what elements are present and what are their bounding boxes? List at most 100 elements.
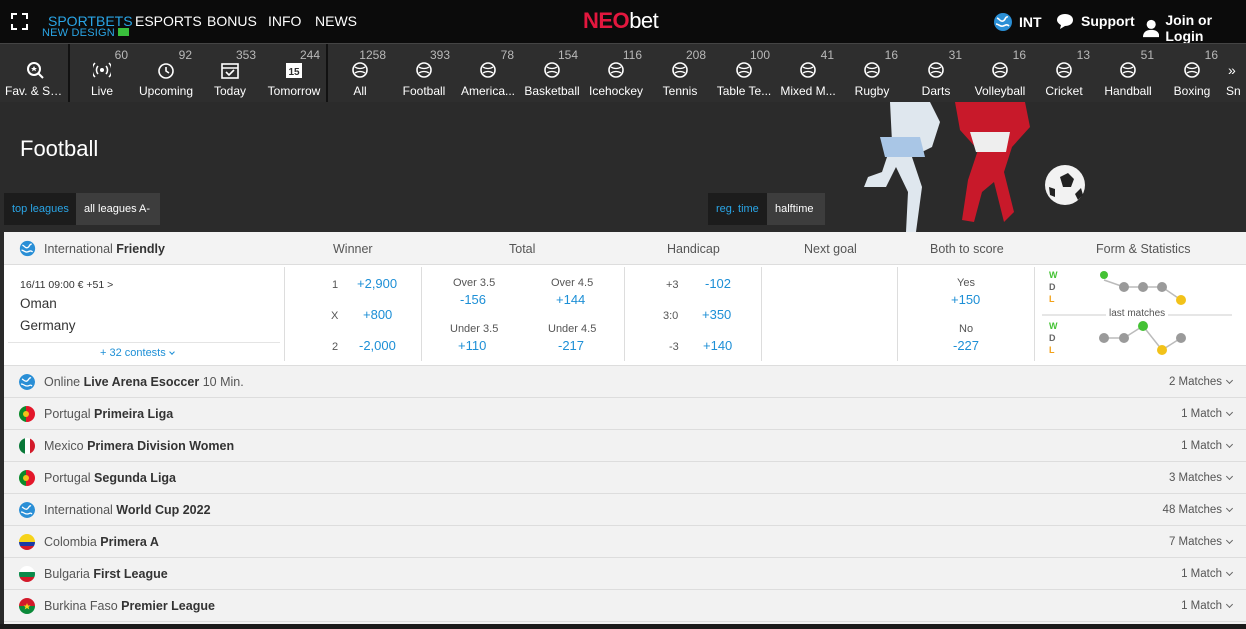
scroll-right-arrow-icon[interactable]: » bbox=[1228, 62, 1246, 78]
odd-winner-2[interactable]: -2,000 bbox=[359, 338, 396, 353]
rugby-icon bbox=[864, 62, 880, 78]
login-link[interactable]: Join or Login bbox=[1143, 12, 1246, 44]
sport-tab-rugby[interactable]: 16 Rugby bbox=[840, 44, 904, 103]
sport-tab-handball[interactable]: 51 Handball bbox=[1096, 44, 1160, 103]
sport-tab-boxing-glove[interactable]: 16 Boxing bbox=[1160, 44, 1224, 103]
league-name: World Cup 2022 bbox=[116, 503, 211, 517]
american-football-icon bbox=[480, 62, 496, 78]
match-count: 1 Match bbox=[1181, 600, 1222, 612]
sport-tab-search-star[interactable]: Fav. & Se... bbox=[3, 44, 67, 103]
globe-flag-icon bbox=[19, 374, 35, 390]
league-row[interactable]: Burkina Faso Premier League 1 Match bbox=[4, 590, 1246, 622]
sport-label: Football bbox=[402, 84, 446, 98]
sport-tab-basketball[interactable]: 154 Basketball bbox=[520, 44, 584, 103]
table-tennis-icon bbox=[736, 62, 752, 78]
match-count-toggle[interactable]: 3 Matches bbox=[1169, 472, 1234, 484]
winner-x-label: X bbox=[331, 310, 339, 322]
all-leagues-tab[interactable]: all leagues A-Z bbox=[76, 193, 160, 225]
match-count-toggle[interactable]: 1 Match bbox=[1181, 440, 1234, 452]
chevron-down-icon bbox=[1225, 600, 1234, 609]
sport-tab-calendar-check[interactable]: 353 Today bbox=[198, 44, 262, 103]
nav-esports[interactable]: ESPORTS bbox=[135, 13, 202, 29]
neobet-logo[interactable]: NEObet bbox=[583, 8, 659, 34]
nav-news[interactable]: NEWS bbox=[315, 13, 357, 29]
sport-tab-calendar-15[interactable]: 244 15 Tomorrow bbox=[262, 44, 326, 103]
sport-tab-mma-glove[interactable]: 41 Mixed M... bbox=[776, 44, 840, 103]
sport-label: Upcoming bbox=[138, 84, 194, 98]
top-navigation: SPORTBETS NEW DESIGN ESPORTS BONUS INFO … bbox=[0, 0, 1246, 44]
odd-over-35[interactable]: -156 bbox=[460, 292, 486, 307]
odd-under-35[interactable]: +110 bbox=[458, 338, 486, 353]
league-country: International bbox=[44, 503, 113, 517]
nav-info[interactable]: INFO bbox=[268, 13, 301, 29]
sport-tab-football[interactable]: 393 Football bbox=[392, 44, 456, 103]
nav-bonus[interactable]: BONUS bbox=[207, 13, 257, 29]
region-selector[interactable]: INT bbox=[993, 12, 1042, 32]
odd-btts-no[interactable]: -227 bbox=[953, 338, 979, 353]
league-label: Mexico Primera Division Women bbox=[44, 439, 234, 453]
league-header-row[interactable]: International Friendly Winner Total Hand… bbox=[4, 232, 1246, 265]
odd-handicap-2[interactable]: +350 bbox=[702, 307, 731, 322]
league-row[interactable]: Online Live Arena Esoccer 10 Min. 2 Match… bbox=[4, 366, 1246, 398]
match-count-toggle[interactable]: 7 Matches bbox=[1169, 536, 1234, 548]
last-matches-label: last matches bbox=[1106, 308, 1169, 319]
odd-winner-x[interactable]: +800 bbox=[363, 307, 392, 322]
odd-handicap-3[interactable]: +140 bbox=[703, 338, 732, 353]
globe-flag-icon bbox=[19, 240, 36, 257]
reg-time-tab[interactable]: reg. time bbox=[708, 193, 767, 225]
region-label: INT bbox=[1019, 14, 1042, 30]
odd-winner-1[interactable]: +2,900 bbox=[357, 276, 397, 291]
league-name: Friendly bbox=[116, 242, 165, 256]
sport-tab-table-tennis[interactable]: 100 Table Te... bbox=[712, 44, 776, 103]
contests-expander[interactable]: + 32 contests bbox=[100, 347, 175, 359]
burkina-flag-icon bbox=[19, 598, 35, 614]
sport-tab-all-sports[interactable]: 1258 All bbox=[328, 44, 392, 103]
live-broadcast-icon bbox=[93, 62, 111, 78]
under-35-label: Under 3.5 bbox=[450, 323, 499, 335]
odd-handicap-1[interactable]: -102 bbox=[705, 276, 731, 291]
league-country: International bbox=[44, 242, 113, 256]
more-markets-link[interactable]: +51 > bbox=[86, 279, 113, 291]
top-leagues-tab[interactable]: top leagues bbox=[4, 193, 77, 225]
support-link[interactable]: Support bbox=[1055, 12, 1135, 30]
handicap-1-label: +3 bbox=[666, 279, 679, 291]
sport-tab-clock[interactable]: 92 Upcoming bbox=[134, 44, 198, 103]
league-row[interactable]: Mexico Primera Division Women 1 Match bbox=[4, 430, 1246, 462]
league-label: Portugal Primeira Liga bbox=[44, 407, 173, 421]
new-design-toggle[interactable]: NEW DESIGN bbox=[42, 27, 129, 39]
league-row[interactable]: International World Cup 2022 48 Matches bbox=[4, 494, 1246, 526]
sport-tab-live-broadcast[interactable]: 60 Live bbox=[70, 44, 134, 103]
team-home: Oman bbox=[20, 296, 57, 311]
fullscreen-icon[interactable] bbox=[11, 13, 28, 30]
halftime-tab[interactable]: halftime bbox=[767, 193, 825, 225]
match-count-toggle[interactable]: 1 Match bbox=[1181, 568, 1234, 580]
match-count-toggle[interactable]: 2 Matches bbox=[1169, 376, 1234, 388]
portugal-flag-icon bbox=[19, 470, 35, 486]
over-35-label: Over 3.5 bbox=[453, 277, 496, 289]
league-row[interactable]: Portugal Segunda Liga 3 Matches bbox=[4, 462, 1246, 494]
sport-tab-icehockey[interactable]: 116 Icehockey bbox=[584, 44, 648, 103]
league-row[interactable]: Colombia Primera A 7 Matches bbox=[4, 526, 1246, 558]
league-label: Bulgaria First League bbox=[44, 567, 168, 581]
odd-btts-yes[interactable]: +150 bbox=[951, 292, 980, 307]
col-winner: Winner bbox=[333, 242, 373, 256]
football-icon bbox=[416, 62, 432, 78]
sport-tab-cricket[interactable]: 13 Cricket bbox=[1032, 44, 1096, 103]
league-row[interactable]: Portugal Primeira Liga 1 Match bbox=[4, 398, 1246, 430]
league-row[interactable]: Bulgaria First League 1 Match bbox=[4, 558, 1246, 590]
sports-strip: Fav. & Se... 60 Live 92 Upcoming 353 Today 244 1… bbox=[0, 43, 1246, 103]
match-count-toggle[interactable]: 1 Match bbox=[1181, 600, 1234, 612]
odd-under-45[interactable]: -217 bbox=[558, 338, 584, 353]
match-count-toggle[interactable]: 1 Match bbox=[1181, 408, 1234, 420]
sport-tab-tennis[interactable]: 208 Tennis bbox=[648, 44, 712, 103]
match-count-toggle[interactable]: 48 Matches bbox=[1163, 504, 1234, 516]
league-name: Premier League bbox=[121, 599, 215, 613]
sport-tab-volleyball[interactable]: 16 Volleyball bbox=[968, 44, 1032, 103]
match-datetime-row: 16/11 09:00 € +51 > bbox=[20, 279, 113, 291]
sport-tab-american-football[interactable]: 78 America... bbox=[456, 44, 520, 103]
odd-over-45[interactable]: +144 bbox=[556, 292, 585, 307]
form-statistics[interactable]: W D L last matches W D L bbox=[1042, 270, 1232, 361]
sport-label: Live bbox=[90, 84, 113, 98]
sport-tab-darts[interactable]: 31 Darts bbox=[904, 44, 968, 103]
sport-count: 92 bbox=[178, 48, 192, 62]
